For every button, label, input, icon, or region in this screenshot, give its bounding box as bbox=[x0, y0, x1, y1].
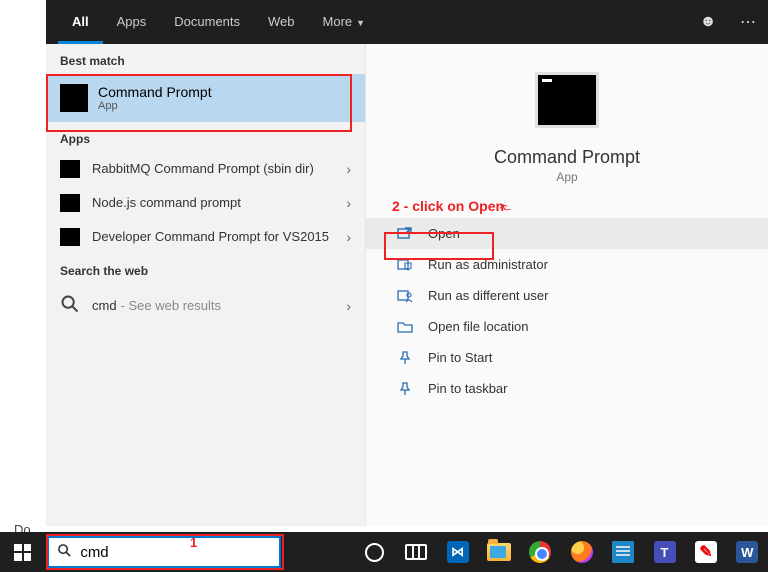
chevron-right-icon: › bbox=[346, 195, 351, 211]
command-prompt-icon bbox=[60, 84, 88, 112]
chevron-right-icon: › bbox=[346, 298, 351, 314]
notepad-icon bbox=[612, 541, 634, 563]
web-search-item[interactable]: cmd - See web results › bbox=[46, 284, 365, 327]
task-view-button[interactable] bbox=[396, 532, 437, 572]
vscode-icon: ⋈ bbox=[447, 541, 469, 563]
taskbar-app-teams[interactable]: T bbox=[644, 532, 685, 572]
search-results-panel: Best match Command Prompt App Apps Rabbi… bbox=[46, 44, 768, 526]
search-filter-bar: All Apps Documents Web More▼ ☻ ⋯ bbox=[46, 0, 768, 44]
firefox-icon bbox=[571, 541, 593, 563]
tab-all[interactable]: All bbox=[58, 0, 103, 44]
results-left-column: Best match Command Prompt App Apps Rabbi… bbox=[46, 44, 366, 526]
app-item-vs2015[interactable]: Developer Command Prompt for VS2015 › bbox=[46, 220, 365, 254]
more-options-icon[interactable]: ⋯ bbox=[728, 12, 768, 32]
cortana-button[interactable] bbox=[354, 532, 395, 572]
windows-logo-icon bbox=[14, 544, 31, 561]
taskbar-app-word[interactable]: W bbox=[727, 532, 768, 572]
tab-more[interactable]: More▼ bbox=[309, 0, 380, 44]
apps-header: Apps bbox=[46, 122, 365, 152]
pin-icon bbox=[396, 382, 414, 396]
circle-icon bbox=[365, 543, 384, 562]
best-match-subtitle: App bbox=[98, 100, 212, 112]
admin-icon bbox=[396, 258, 414, 272]
acrobat-icon: ✎ bbox=[695, 541, 717, 563]
taskbar: ⋈ T ✎ W bbox=[0, 532, 768, 572]
open-icon bbox=[396, 227, 414, 241]
folder-icon bbox=[396, 320, 414, 334]
search-icon bbox=[60, 294, 80, 317]
pin-icon bbox=[396, 351, 414, 365]
detail-subtitle: App bbox=[366, 170, 768, 184]
terminal-icon bbox=[60, 194, 80, 212]
user-icon bbox=[396, 289, 414, 303]
best-match-header: Best match bbox=[46, 44, 365, 74]
action-open-file-location[interactable]: Open file location bbox=[366, 311, 768, 342]
taskbar-search-box[interactable] bbox=[47, 536, 281, 568]
task-view-icon bbox=[405, 544, 427, 560]
taskbar-search-input[interactable] bbox=[80, 544, 279, 561]
chevron-down-icon: ▼ bbox=[356, 18, 365, 28]
taskbar-app-notepad[interactable] bbox=[602, 532, 643, 572]
chevron-right-icon: › bbox=[346, 161, 351, 177]
teams-icon: T bbox=[654, 541, 676, 563]
app-item-nodejs[interactable]: Node.js command prompt › bbox=[46, 186, 365, 220]
action-pin-to-taskbar[interactable]: Pin to taskbar bbox=[366, 373, 768, 404]
chrome-icon bbox=[529, 541, 551, 563]
action-run-as-administrator[interactable]: Run as administrator bbox=[366, 249, 768, 280]
detail-title: Command Prompt bbox=[366, 147, 768, 168]
file-explorer-icon bbox=[487, 543, 511, 561]
tab-apps[interactable]: Apps bbox=[103, 0, 161, 44]
word-icon: W bbox=[736, 541, 758, 563]
taskbar-app-acrobat[interactable]: ✎ bbox=[685, 532, 726, 572]
taskbar-app-chrome[interactable] bbox=[520, 532, 561, 572]
best-match-command-prompt[interactable]: Command Prompt App bbox=[46, 74, 365, 122]
tab-web[interactable]: Web bbox=[254, 0, 309, 44]
taskbar-app-firefox[interactable] bbox=[561, 532, 602, 572]
chevron-right-icon: › bbox=[346, 229, 351, 245]
annotation-step-1: 1 bbox=[190, 535, 197, 550]
app-item-rabbitmq[interactable]: RabbitMQ Command Prompt (sbin dir) › bbox=[46, 152, 365, 186]
web-header: Search the web bbox=[46, 254, 365, 284]
action-open[interactable]: Open bbox=[366, 218, 768, 249]
tab-documents[interactable]: Documents bbox=[160, 0, 254, 44]
search-icon bbox=[49, 543, 80, 562]
taskbar-app-vscode[interactable]: ⋈ bbox=[437, 532, 478, 572]
action-pin-to-start[interactable]: Pin to Start bbox=[366, 342, 768, 373]
terminal-icon bbox=[60, 160, 80, 178]
start-button[interactable] bbox=[0, 532, 45, 572]
results-right-column: Command Prompt App 2 - click on Open ⤶ O… bbox=[366, 44, 768, 526]
annotation-step-2: 2 - click on Open bbox=[392, 198, 768, 214]
best-match-title: Command Prompt bbox=[98, 84, 212, 100]
action-run-as-different-user[interactable]: Run as different user bbox=[366, 280, 768, 311]
taskbar-app-file-explorer[interactable] bbox=[478, 532, 519, 572]
feedback-icon[interactable]: ☻ bbox=[688, 13, 728, 31]
command-prompt-large-icon bbox=[535, 72, 599, 128]
terminal-icon bbox=[60, 228, 80, 246]
